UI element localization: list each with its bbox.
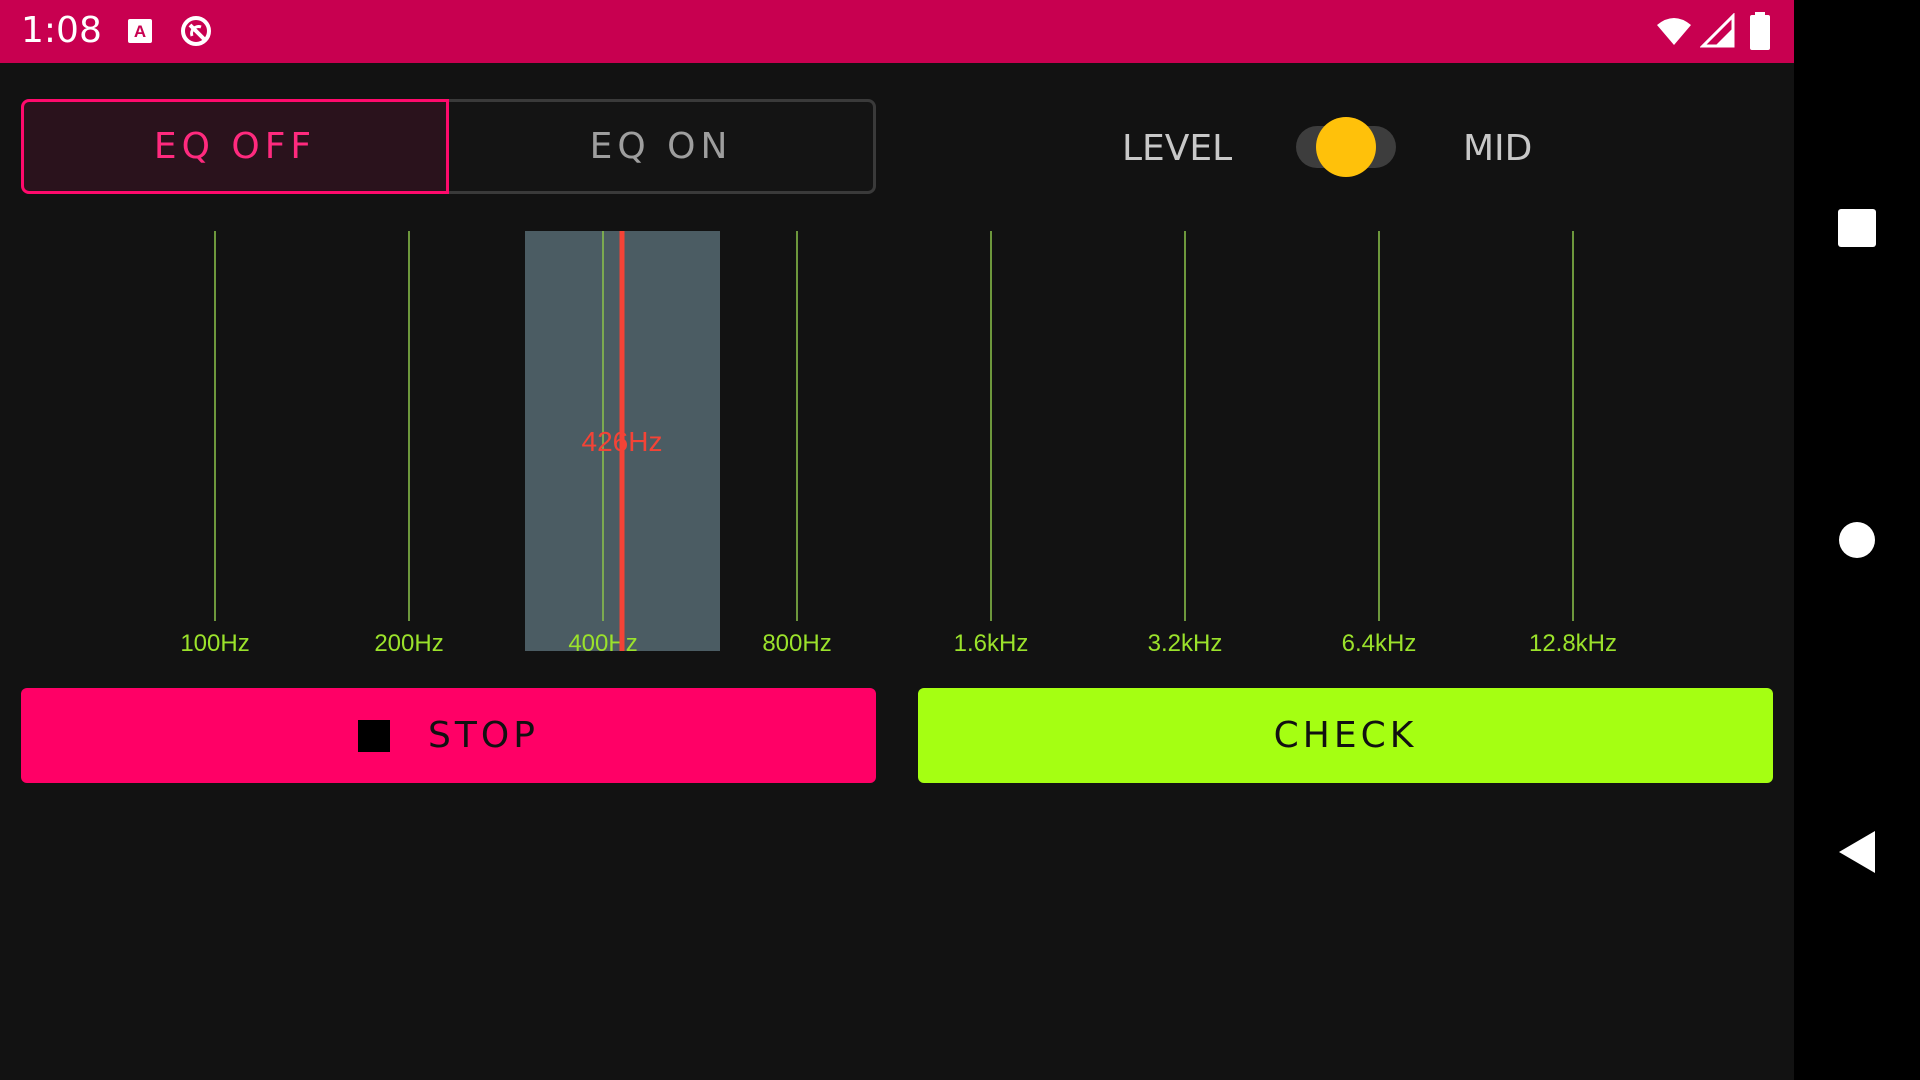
band-label-400hz: 400Hz [568, 630, 637, 657]
level-mid-switch[interactable] [1296, 117, 1396, 177]
a-notification-icon: A [128, 19, 152, 43]
recents-button[interactable] [1794, 168, 1920, 288]
signal-icon [1700, 13, 1735, 48]
svg-text:A: A [134, 22, 146, 41]
wifi-icon [1657, 18, 1691, 45]
check-label: CHECK [1273, 715, 1418, 756]
check-button[interactable]: CHECK [918, 688, 1773, 783]
mid-label: MID [1463, 128, 1533, 169]
frequency-marker-label: 426Hz [582, 426, 663, 457]
back-button[interactable] [1794, 792, 1920, 912]
band-label-200hz: 200Hz [374, 630, 443, 657]
band-label-1.6khz: 1.6kHz [954, 630, 1029, 657]
band-label-100hz: 100Hz [180, 630, 249, 657]
status-bar: 1:08 A [0, 0, 1794, 63]
band-label-3.2khz: 3.2kHz [1148, 630, 1223, 657]
recents-icon [1838, 209, 1876, 247]
level-label: LEVEL [1122, 128, 1233, 169]
band-label-800hz: 800Hz [762, 630, 831, 657]
eq-band-chart[interactable]: 100Hz 200Hz 400Hz 800Hz 1.6kHz 3.2kHz 6.… [0, 225, 1794, 665]
stop-label: STOP [428, 715, 539, 756]
stop-button[interactable]: STOP [21, 688, 876, 783]
screen: 1:08 A EQ OFF EQ ON LEVEL MID 100Hz 200H… [0, 0, 1920, 1080]
stop-icon [358, 719, 391, 752]
q-notification-icon [181, 16, 211, 46]
eq-on-label: EQ ON [589, 126, 733, 167]
back-icon [1839, 831, 1875, 873]
eq-toggle-group: EQ OFF EQ ON [21, 99, 876, 194]
band-label-12.8khz: 12.8kHz [1529, 630, 1617, 657]
navigation-bar [1794, 0, 1920, 1080]
home-button[interactable] [1794, 480, 1920, 600]
battery-icon [1750, 12, 1770, 50]
home-icon [1839, 522, 1875, 558]
status-time: 1:08 [21, 10, 102, 51]
eq-on-button[interactable]: EQ ON [449, 99, 876, 194]
eq-off-label: EQ OFF [153, 126, 317, 167]
switch-thumb[interactable] [1316, 117, 1376, 177]
band-label-6.4khz: 6.4kHz [1342, 630, 1417, 657]
eq-off-button[interactable]: EQ OFF [21, 99, 449, 194]
